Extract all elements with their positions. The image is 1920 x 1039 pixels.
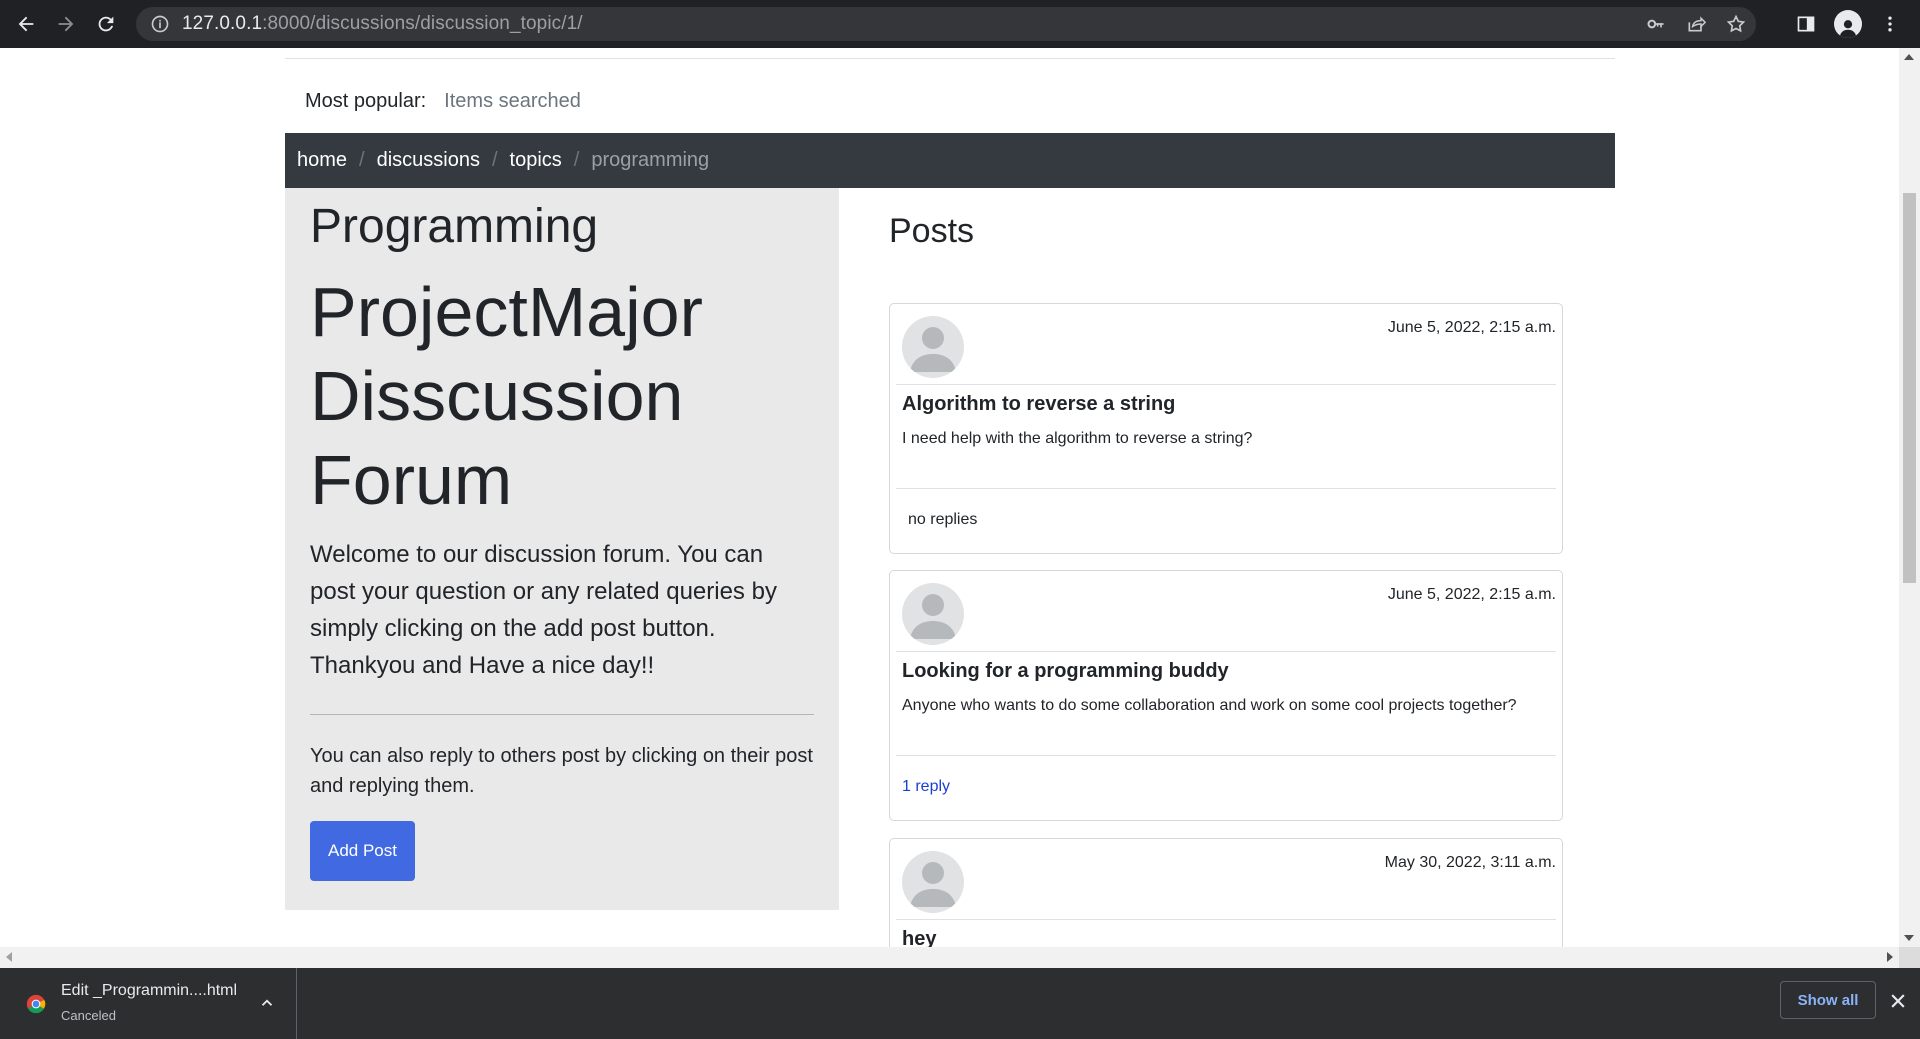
post-replies: no replies [908,511,978,528]
scroll-down-icon[interactable] [1904,935,1914,941]
post-text: I need help with the algorithm to revers… [902,430,1253,447]
post-date: June 5, 2022, 2:15 a.m. [1387,319,1556,336]
forward-arrow-icon[interactable] [46,4,86,44]
post-card[interactable]: June 5, 2022, 2:15 a.m. Algorithm to rev… [889,303,1563,554]
browser-toolbar: 127.0.0.1:8000/discussions/discussion_to… [0,0,1920,48]
topic-sidebar: Programming ProjectMajor Disscussion For… [285,188,839,910]
post-date: May 30, 2022, 3:11 a.m. [1384,854,1556,871]
user-avatar-icon [902,583,964,645]
post-card[interactable]: May 30, 2022, 3:11 a.m. hey [889,838,1563,947]
post-text: Anyone who wants to do some collaboratio… [902,697,1517,714]
vertical-scrollbar[interactable] [1899,48,1920,947]
info-icon[interactable] [150,14,170,34]
add-post-button[interactable]: Add Post [310,820,415,881]
post-card[interactable]: June 5, 2022, 2:15 a.m. Looking for a pr… [889,570,1563,821]
download-file-name: Edit _Programmin....html [61,982,238,999]
breadcrumb-current: programming [591,149,710,171]
post-header: June 5, 2022, 2:15 a.m. [896,571,1556,652]
breadcrumb-home[interactable]: home [297,149,347,172]
post-body: Algorithm to reverse a string I need hel… [896,385,1556,489]
star-icon[interactable] [1716,14,1756,34]
reply-note: You can also reply to others post by cli… [310,744,813,797]
posts-heading: Posts [889,212,975,250]
back-arrow-icon[interactable] [6,4,46,44]
welcome-text: Welcome to our discussion forum. You can… [310,540,777,679]
address-bar[interactable]: 127.0.0.1:8000/discussions/discussion_to… [136,7,1756,41]
most-popular-bar: Most popular: Items searched [305,90,581,113]
breadcrumb-discussions[interactable]: discussions [377,149,480,172]
divider [285,58,1615,59]
close-icon[interactable] [1888,991,1908,1011]
post-title[interactable]: Algorithm to reverse a string [902,393,1544,416]
page-viewport: Most popular: Items searched home / disc… [0,48,1899,947]
kebab-menu-icon[interactable] [1870,4,1910,44]
download-status: Canceled [61,1008,116,1023]
scrollbar-thumb[interactable] [1903,193,1916,583]
horizontal-scrollbar[interactable] [0,947,1899,968]
chevron-up-icon[interactable] [258,994,276,1012]
breadcrumb-topics[interactable]: topics [510,149,562,172]
breadcrumb-separator: / [491,149,498,171]
divider [310,713,814,715]
post-title[interactable]: hey [902,928,1544,947]
post-body: Looking for a programming buddy Anyone w… [896,652,1556,756]
chrome-logo-icon [26,994,46,1014]
breadcrumb-separator: / [573,149,580,171]
scroll-right-icon[interactable] [1887,952,1893,962]
post-date: June 5, 2022, 2:15 a.m. [1387,586,1556,603]
scrollbar-corner [1899,947,1920,968]
user-avatar-icon [902,851,964,913]
reload-icon[interactable] [86,4,126,44]
side-panel-icon[interactable] [1786,4,1826,44]
download-item[interactable]: Edit _Programmin....html Canceled [0,968,297,1039]
forum-title: ProjectMajor Disscussion Forum [310,272,703,519]
share-icon[interactable] [1676,14,1716,34]
post-header: June 5, 2022, 2:15 a.m. [896,304,1556,385]
profile-icon[interactable] [1834,10,1862,38]
post-header: May 30, 2022, 3:11 a.m. [896,839,1556,920]
breadcrumb-separator: / [359,149,365,171]
breadcrumb: home / discussions / topics / programmin… [285,133,1615,188]
topic-title: Programming [310,200,599,253]
user-avatar-icon [902,316,964,378]
post-body: hey [896,920,1556,947]
scroll-up-icon[interactable] [1904,54,1914,60]
url-text[interactable]: 127.0.0.1:8000/discussions/discussion_to… [182,13,583,35]
show-all-button[interactable]: Show all [1780,981,1876,1019]
popular-item-link[interactable]: Items searched [444,90,581,113]
most-popular-label: Most popular: [305,90,427,112]
key-icon[interactable] [1636,14,1676,34]
scroll-left-icon[interactable] [6,952,12,962]
post-title[interactable]: Looking for a programming buddy [902,660,1544,683]
post-replies-link[interactable]: 1 reply [890,756,1562,820]
download-shelf: Edit _Programmin....html Canceled Show a… [0,968,1920,1039]
